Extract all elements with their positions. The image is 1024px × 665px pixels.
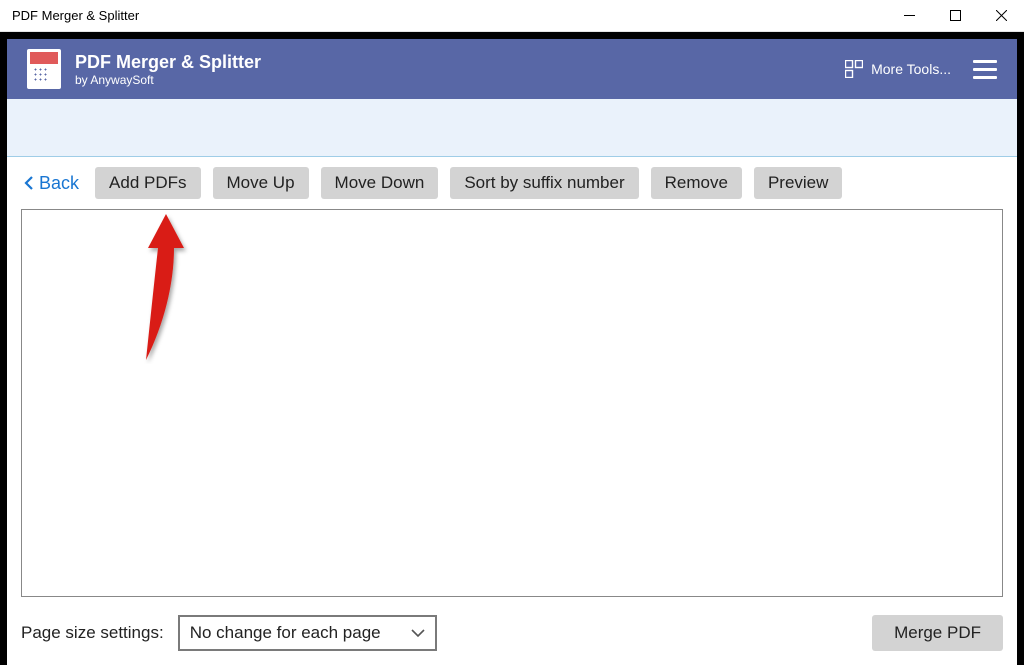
app-logo-icon [27, 49, 61, 89]
minimize-button[interactable] [886, 0, 932, 32]
page-size-select[interactable]: No change for each page [178, 615, 437, 651]
menu-button[interactable] [973, 60, 997, 79]
content-inner: PDF Merger & Splitter by AnywaySoft More… [5, 37, 1019, 665]
chevron-down-icon [411, 628, 425, 638]
preview-button[interactable]: Preview [754, 167, 842, 199]
maximize-button[interactable] [932, 0, 978, 32]
maximize-icon [950, 10, 961, 21]
back-link[interactable]: Back [23, 173, 79, 194]
footer-bar: Page size settings: No change for each p… [7, 607, 1017, 665]
grid-icon [845, 60, 863, 78]
window-title: PDF Merger & Splitter [0, 8, 886, 23]
app-title-block: PDF Merger & Splitter by AnywaySoft [75, 52, 845, 87]
app-window: PDF Merger & Splitter PDF Merger & Split… [0, 0, 1024, 665]
minimize-icon [904, 10, 915, 21]
back-label: Back [39, 173, 79, 194]
more-tools-label: More Tools... [871, 61, 951, 77]
page-size-value: No change for each page [190, 623, 381, 643]
remove-button[interactable]: Remove [651, 167, 742, 199]
app-subtitle: by AnywaySoft [75, 73, 845, 87]
add-pdfs-button[interactable]: Add PDFs [95, 167, 200, 199]
move-down-button[interactable]: Move Down [321, 167, 439, 199]
hamburger-icon [973, 60, 997, 63]
move-up-button[interactable]: Move Up [213, 167, 309, 199]
content-frame: PDF Merger & Splitter by AnywaySoft More… [0, 32, 1024, 665]
chevron-left-icon [23, 176, 35, 190]
sort-suffix-button[interactable]: Sort by suffix number [450, 167, 638, 199]
close-button[interactable] [978, 0, 1024, 32]
page-size-label: Page size settings: [21, 623, 164, 643]
info-strip [7, 99, 1017, 157]
action-toolbar: Back Add PDFs Move Up Move Down Sort by … [7, 157, 1017, 209]
app-header: PDF Merger & Splitter by AnywaySoft More… [7, 39, 1017, 99]
more-tools-button[interactable]: More Tools... [845, 60, 951, 78]
annotation-arrow-icon [130, 214, 190, 364]
close-icon [996, 10, 1007, 21]
titlebar: PDF Merger & Splitter [0, 0, 1024, 32]
app-title: PDF Merger & Splitter [75, 52, 845, 73]
merge-pdf-button[interactable]: Merge PDF [872, 615, 1003, 651]
file-list-area[interactable] [21, 209, 1003, 597]
